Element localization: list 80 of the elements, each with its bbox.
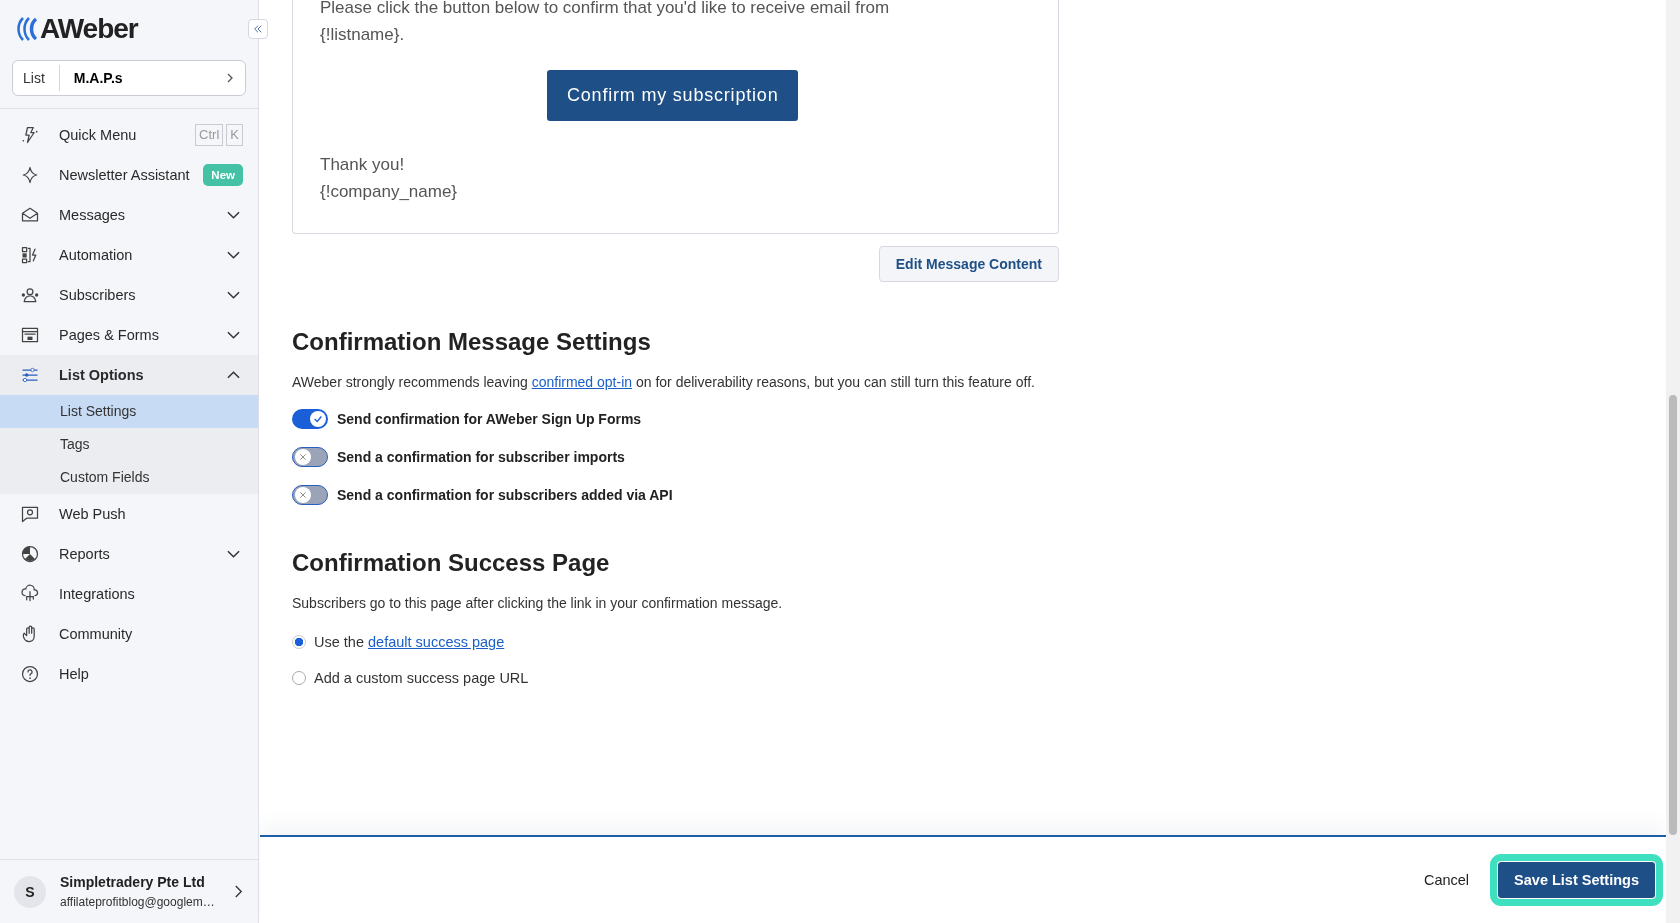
pie-chart-icon [20,544,40,564]
nav-item[interactable]: Integrations [0,574,258,614]
layout-icon [20,325,40,345]
avatar: S [14,875,46,908]
nav-label: Web Push [59,506,127,522]
sparkle-icon [20,165,40,185]
shortcut-key: Ctrl [195,124,224,146]
chevron-down-icon [227,550,240,558]
bolt-icon [20,125,40,145]
shortcut-key: K [226,124,243,146]
help-icon [20,664,40,684]
chevron-down-icon [227,211,240,219]
chevron-down-icon [227,251,240,259]
cancel-button[interactable]: Cancel [1419,864,1474,896]
toggle-switch[interactable] [292,409,328,429]
logo-text: AWeber [40,13,138,45]
nav-item[interactable]: Messages [0,195,258,235]
section-heading: Confirmation Success Page [292,549,611,577]
section-heading: Confirmation Message Settings [292,328,652,356]
toggle-label: Send confirmation for AWeber Sign Up Forms [337,411,642,427]
account-switcher[interactable]: S Simpletradery Pte Ltd affilateprofitblog@googlem… [0,859,258,923]
account-name: Simpletradery Pte Ltd [60,874,206,890]
check-icon [313,414,323,424]
chevron-up-icon [227,371,240,379]
scrollbar[interactable] [1666,0,1680,923]
toggle-switch[interactable] [292,485,328,505]
x-icon [299,453,307,461]
sliders-icon [20,365,40,385]
nav-label: Messages [59,207,127,223]
nav-label: Quick Menu [59,127,138,143]
chevron-right-icon [234,885,243,898]
nav-item[interactable]: Subscribers [0,275,258,315]
toggle-label: Send a confirmation for subscribers added via API [337,487,673,503]
chevron-down-icon [227,331,240,339]
nav-item[interactable]: Pages & Forms [0,315,258,355]
nav-label: List Options [59,367,145,383]
nav-label: Help [59,666,90,682]
list-selector[interactable]: List M.A.P.s [12,60,246,96]
chevron-right-icon [225,73,235,83]
confirm-subscription-button[interactable]: Confirm my subscription [547,70,799,121]
default-success-page-link[interactable]: default success page [368,634,505,650]
toggle-switch[interactable] [292,447,328,467]
nav-label: Integrations [59,586,136,602]
new-badge: New [203,164,243,186]
radio-button[interactable] [292,635,306,649]
nav-label: Automation [59,247,134,263]
radio-label: Add a custom success page URL [314,670,529,686]
radio-label: Use the default success page [314,634,505,650]
closing-text: Thank you! {!company_name} [320,154,459,203]
waves-icon [14,16,40,42]
section-description: Subscribers go to this page after clicking the link in your confirmation message. [292,594,784,613]
radio-button[interactable] [292,671,306,685]
nav-label: Newsletter Assistant [59,167,191,183]
account-email: affilateprofitblog@googlem… [60,895,216,909]
nav-item[interactable]: Automation [0,235,258,275]
nav-item[interactable]: Quick Menu Ctrl K [0,115,258,155]
submenu-item[interactable]: List Settings [0,395,258,428]
chevron-down-icon [227,291,240,299]
people-icon [20,285,40,305]
x-icon [299,491,307,499]
nav-item[interactable]: Newsletter Assistant New [0,155,258,195]
nav-label: Reports [59,546,111,562]
nav-item[interactable]: Web Push [0,494,258,534]
submenu-item[interactable]: Custom Fields [0,461,258,494]
nav-label: Community [59,626,134,642]
nav-item[interactable]: Community [0,614,258,654]
nav-label: Subscribers [59,287,137,303]
section-description: AWeber strongly recommends leaving confirmed opt-in on for deliverability reasons, but you can still turn this feature off. [292,373,1036,392]
nav-item[interactable]: List Options [0,355,258,395]
collapse-icon[interactable] [248,19,268,39]
cloud-icon [20,584,40,604]
confirmed-opt-in-link[interactable]: confirmed opt-in [531,374,633,390]
nav-label: Pages & Forms [59,327,160,343]
chat-icon [20,504,40,524]
toggle-label: Send a confirmation for subscriber imports [337,449,625,465]
edit-message-button[interactable]: Edit Message Content [878,246,1059,282]
submenu-item[interactable]: Tags [0,428,258,461]
nav-item[interactable]: Reports [0,534,258,574]
message-text: Please click the button below to confirm that you'd like to receive email from {!listname}. [320,0,891,46]
nav-item[interactable]: Help [0,654,258,694]
